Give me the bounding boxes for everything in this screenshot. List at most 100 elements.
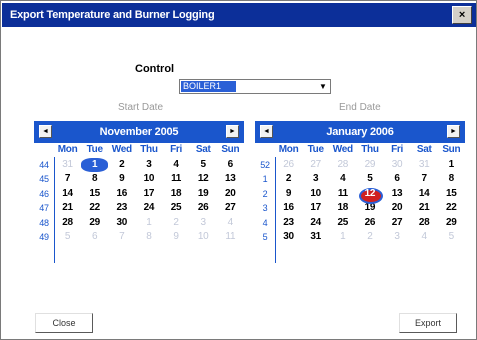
calendar-day[interactable]: 1 [81,157,109,172]
calendar-day[interactable]: 11 [217,230,244,245]
calendar-day[interactable]: 10 [190,230,217,245]
calendar-day[interactable]: 13 [384,187,411,202]
dropdown-arrow-icon[interactable]: ▼ [316,80,330,93]
calendar-day[interactable]: 7 [411,172,438,187]
calendar-day[interactable]: 20 [217,187,244,202]
calendar-day[interactable]: 7 [108,230,135,245]
calendar-day[interactable]: 16 [275,201,302,216]
calendar-day[interactable]: 21 [411,201,438,216]
calendar-day[interactable]: 3 [190,216,217,231]
calendar-day[interactable]: 8 [438,172,465,187]
calendar-day[interactable]: 27 [384,216,411,231]
calendar-day[interactable]: 22 [438,201,465,216]
calendar-day[interactable]: 29 [438,216,465,231]
calendar-day[interactable]: 11 [163,172,190,187]
window-title: Export Temperature and Burner Logging [10,9,215,21]
calendar-day[interactable]: 2 [275,172,302,187]
calendar-day[interactable]: 6 [384,172,411,187]
calendar-day[interactable]: 12 [356,187,384,203]
calendar-day[interactable]: 7 [54,172,81,187]
calendar-day[interactable]: 2 [163,216,190,231]
calendar-day[interactable]: 14 [54,187,81,202]
calendar-day[interactable]: 1 [329,230,356,245]
calendar-day[interactable]: 5 [54,230,81,245]
calendar-day[interactable]: 3 [384,230,411,245]
calendar-day[interactable]: 9 [163,230,190,245]
calendar-day[interactable]: 5 [438,230,465,245]
calendar-day[interactable]: 17 [302,201,329,216]
week-number-column: 44 45 46 47 48 49 [34,143,54,245]
calendar-day[interactable]: 6 [81,230,108,245]
calendar-day[interactable]: 15 [81,187,108,202]
calendar-day[interactable]: 14 [411,187,438,202]
calendar-day[interactable]: 29 [356,158,383,173]
export-button[interactable]: Export [399,313,457,333]
calendar-day[interactable]: 26 [356,216,383,231]
day-of-week-label: Sat [195,144,211,155]
calendar-day[interactable]: 28 [329,158,356,173]
calendar-day[interactable]: 4 [329,172,356,187]
week-number: 48 [39,217,49,228]
next-month-icon[interactable]: ► [447,125,460,138]
calendar-day[interactable]: 3 [302,172,329,187]
close-button[interactable]: Close [35,313,93,333]
calendar-day[interactable]: 18 [329,201,356,216]
calendar-day[interactable]: 10 [302,187,329,202]
calendar-day[interactable]: 23 [108,201,135,216]
calendar-day[interactable]: 27 [217,201,244,216]
calendar-day[interactable]: 26 [190,201,217,216]
calendar-day[interactable]: 25 [329,216,356,231]
calendar-day[interactable]: 23 [275,216,302,231]
calendar-day[interactable]: 30 [384,158,411,173]
calendar-day[interactable]: 26 [275,158,302,173]
calendar-day[interactable]: 19 [190,187,217,202]
calendar-day[interactable]: 29 [81,216,108,231]
calendar-day[interactable]: 28 [54,216,81,231]
calendar-day[interactable]: 15 [438,187,465,202]
calendar-day[interactable]: 11 [329,187,356,202]
calendar-day[interactable]: 31 [411,158,438,173]
calendar-day[interactable]: 25 [163,201,190,216]
calendar-day[interactable]: 28 [411,216,438,231]
calendar-day[interactable]: 31 [302,230,329,245]
calendar-day[interactable]: 16 [108,187,135,202]
calendar-day[interactable]: 1 [135,216,162,231]
calendar-day[interactable]: 2 [356,230,383,245]
calendar-day[interactable]: 6 [217,158,244,173]
window-close-button[interactable]: × [452,6,472,24]
next-month-icon[interactable]: ► [226,125,239,138]
calendar-day[interactable]: 4 [217,216,244,231]
previous-month-icon[interactable]: ◄ [260,125,273,138]
calendar-day[interactable]: 8 [135,230,162,245]
calendar-week-row: 5 6 7 8 9 10 11 [54,230,244,245]
calendar-day[interactable]: 13 [217,172,244,187]
calendar-day[interactable]: 1 [438,158,465,173]
control-select[interactable]: BOILER1 ▼ [179,79,331,94]
calendar-day[interactable]: 24 [135,201,162,216]
calendar-day[interactable]: 3 [135,158,162,173]
calendar-day[interactable]: 9 [275,187,302,202]
calendar-day[interactable]: 22 [81,201,108,216]
calendar-day[interactable]: 10 [135,172,162,187]
calendar-day[interactable]: 9 [108,172,135,187]
calendar-day[interactable]: 8 [81,172,108,187]
calendar-day[interactable]: 5 [356,172,383,187]
calendar-day[interactable]: 27 [302,158,329,173]
calendar-day[interactable]: 4 [163,158,190,173]
calendar-day[interactable]: 2 [108,158,135,173]
calendar-day[interactable]: 17 [135,187,162,202]
calendar-day[interactable]: 12 [190,172,217,187]
calendar-day[interactable]: 5 [190,158,217,173]
previous-month-icon[interactable]: ◄ [39,125,52,138]
calendar-week-row: 9 10 11 12 13 14 15 [275,187,465,203]
calendar-day[interactable]: 30 [108,216,135,231]
calendar-day[interactable]: 31 [54,158,81,173]
calendar-day[interactable]: 18 [163,187,190,202]
title-bar: Export Temperature and Burner Logging × [2,3,476,27]
calendar-day[interactable]: 21 [54,201,81,216]
calendar-day[interactable]: 30 [275,230,302,245]
end-date-caption: End Date [339,102,381,113]
calendar-day[interactable]: 24 [302,216,329,231]
calendar-day[interactable]: 20 [384,201,411,216]
calendar-day[interactable]: 4 [411,230,438,245]
